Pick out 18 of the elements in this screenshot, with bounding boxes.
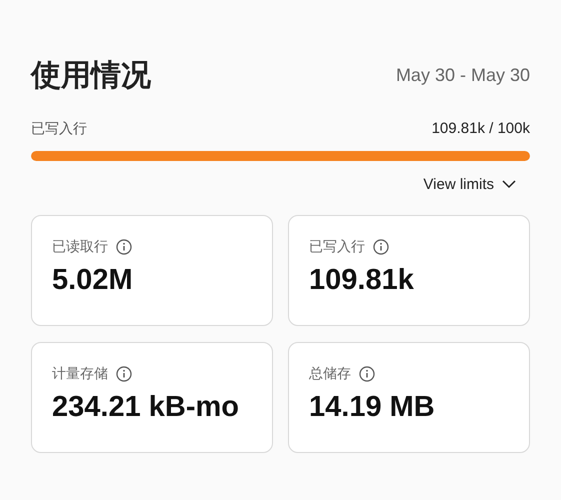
metric-label: 计量存储 <box>52 365 108 383</box>
usage-label: 已写入行 <box>31 120 87 138</box>
metric-value: 234.21 kB-mo <box>52 391 240 424</box>
metric-value: 14.19 MB <box>309 391 436 424</box>
info-icon[interactable] <box>116 366 132 382</box>
date-range: May 30 - May 30 <box>396 65 530 86</box>
view-limits-button[interactable]: View limits <box>423 176 530 193</box>
chevron-icon <box>502 180 516 189</box>
info-icon[interactable] <box>116 239 132 255</box>
metric-label: 总储存 <box>309 365 351 383</box>
metric-label: 已写入行 <box>309 238 365 256</box>
metric-label: 已读取行 <box>52 238 108 256</box>
usage-reading: 109.81k / 100k <box>432 120 530 138</box>
page-title: 使用情况 <box>31 57 151 95</box>
info-icon[interactable] <box>359 366 375 382</box>
metric-value: 5.02M <box>52 264 134 297</box>
info-icon[interactable] <box>373 239 389 255</box>
metric-value: 109.81k <box>309 264 415 297</box>
